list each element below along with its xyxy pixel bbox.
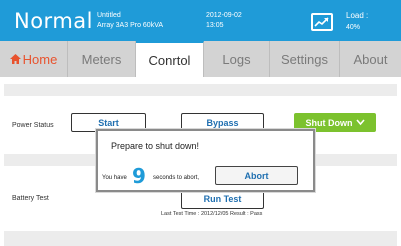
dialog-text-before: You have <box>102 175 127 181</box>
tab-about[interactable]: About <box>340 41 401 77</box>
abort-button[interactable]: Abort <box>215 166 298 185</box>
main-tabs: Home Meters Conrtol Logs Settings About <box>0 41 401 77</box>
tab-logs-label: Logs <box>222 51 251 67</box>
dialog-text-after: seconds to abort, <box>153 175 200 181</box>
tab-control-label: Conrtol <box>148 52 191 68</box>
battery-test-label: Battery Test <box>12 195 49 202</box>
last-test-info: Last Test Time : 2012/12/05 Result : Pas… <box>161 211 263 217</box>
tab-logs[interactable]: Logs <box>204 41 270 77</box>
section-divider <box>4 84 397 96</box>
tab-home[interactable]: Home <box>0 41 68 77</box>
app-header: Normal Untitled Array 3A3 Pro 60kVA 2012… <box>0 0 401 41</box>
tab-about-label: About <box>353 51 388 67</box>
section-divider <box>4 231 397 246</box>
file-name: Untitled <box>97 12 121 19</box>
device-info: Untitled Array 3A3 Pro 60kVA <box>97 11 163 31</box>
load-meter-icon <box>311 13 333 31</box>
tab-control[interactable]: Conrtol <box>136 41 204 77</box>
countdown-value: 9 <box>132 164 146 188</box>
date-time: 2012-09-02 13:05 <box>206 11 242 31</box>
power-status-label: Power Status <box>12 122 54 129</box>
load-label: Load : <box>346 11 369 20</box>
operating-mode: Normal <box>14 9 93 33</box>
tab-meters-label: Meters <box>81 51 122 67</box>
date-text: 2012-09-02 <box>206 12 242 19</box>
time-text: 13:05 <box>206 22 224 29</box>
shutdown-dialog: Prepare to shut down! You have 9 seconds… <box>96 129 315 192</box>
load-value: 40% <box>346 24 361 31</box>
tab-home-label: Home <box>22 51 58 67</box>
tab-settings-label: Settings <box>281 51 328 67</box>
run-test-button[interactable]: Run Test <box>181 190 264 209</box>
device-model: Array 3A3 Pro 60kVA <box>97 22 164 29</box>
tab-settings[interactable]: Settings <box>270 41 340 77</box>
house-icon <box>9 52 21 67</box>
shutdown-button-label: Shut Down <box>305 117 353 128</box>
dialog-title: Prepare to shut down! <box>111 141 200 151</box>
chevron-down-icon <box>355 119 365 126</box>
load-info: Load : 40% <box>346 10 368 34</box>
tab-meters[interactable]: Meters <box>68 41 136 77</box>
